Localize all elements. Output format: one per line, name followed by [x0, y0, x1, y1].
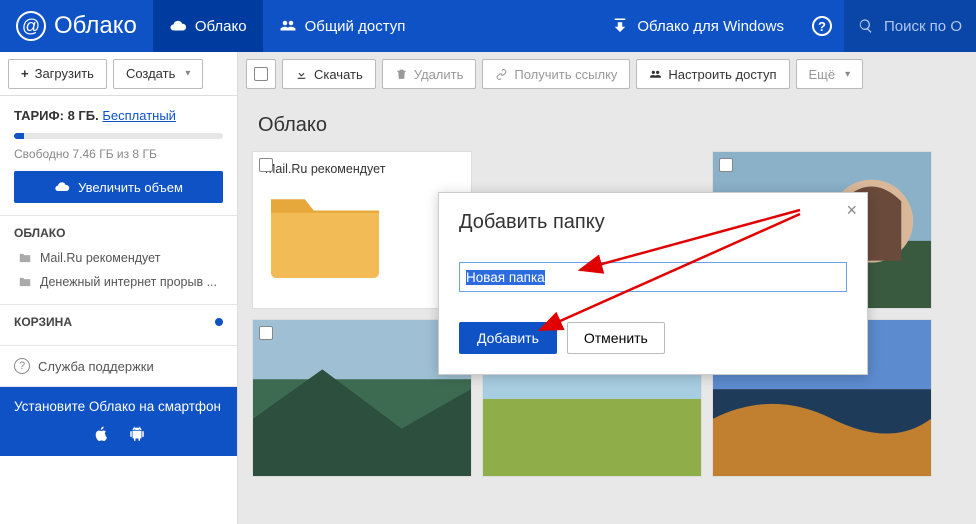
storage-free-text: Свободно 7.46 ГБ из 8 ГБ — [14, 147, 223, 161]
logo[interactable]: @ Облако — [0, 11, 153, 41]
get-link-button[interactable]: Получить ссылку — [482, 59, 630, 89]
download-icon — [611, 17, 629, 35]
question-icon: ? — [14, 358, 30, 374]
link-icon — [495, 68, 508, 81]
cancel-button[interactable]: Отменить — [567, 322, 665, 354]
support-link[interactable]: ? Служба поддержки — [0, 346, 237, 387]
sidebar-item[interactable]: Денежный интернет прорыв ... — [14, 270, 223, 294]
plan-box: ТАРИФ: 8 ГБ. Бесплатный Свободно 7.46 ГБ… — [0, 96, 237, 216]
nav-desktop-app[interactable]: Облако для Windows — [595, 0, 800, 52]
search-box[interactable]: Поиск по О — [844, 0, 976, 52]
people-icon — [649, 68, 662, 81]
increase-storage-button[interactable]: Увеличить объем — [14, 171, 223, 203]
folder-icon — [18, 251, 32, 265]
sidebar-trash-section[interactable]: КОРЗИНА — [0, 305, 237, 346]
nav-label: Облако для Windows — [637, 18, 784, 35]
upload-button[interactable]: +Загрузить — [8, 59, 107, 89]
sidebar-item[interactable]: Mail.Ru рекомендует — [14, 246, 223, 270]
trash-dot-indicator — [215, 318, 223, 326]
delete-button[interactable]: Удалить — [382, 59, 477, 89]
search-placeholder: Поиск по О — [884, 18, 962, 35]
tile-title: Mail.Ru рекомендует — [265, 162, 459, 176]
apple-icon — [92, 424, 110, 444]
nav-cloud[interactable]: Облако — [153, 0, 263, 52]
at-icon: @ — [16, 11, 46, 41]
tile-checkbox[interactable] — [259, 158, 273, 172]
toolbar-row: +Загрузить Создать▾ Скачать Удалить Полу… — [0, 52, 976, 96]
nav-label: Облако — [195, 18, 247, 35]
people-icon — [279, 17, 297, 35]
toolbar-right: Скачать Удалить Получить ссылку Настроит… — [238, 52, 976, 96]
dialog-title: Добавить папку — [459, 211, 847, 234]
sidebar: ТАРИФ: 8 ГБ. Бесплатный Свободно 7.46 ГБ… — [0, 96, 238, 524]
tile-checkbox[interactable] — [719, 158, 733, 172]
nav-shared[interactable]: Общий доступ — [263, 0, 422, 52]
select-all-checkbox[interactable] — [246, 59, 276, 89]
plan-size: 8 ГБ. — [68, 108, 99, 123]
add-folder-dialog: × Добавить папку Добавить Отменить — [438, 192, 868, 375]
add-button[interactable]: Добавить — [459, 322, 557, 354]
folder-icon — [18, 275, 32, 289]
help-icon[interactable]: ? — [812, 16, 832, 36]
create-button[interactable]: Создать▾ — [113, 59, 203, 89]
cloud-icon — [54, 179, 70, 195]
sidebar-heading: ОБЛАКО — [14, 226, 223, 240]
download-icon — [295, 68, 308, 81]
folder-icon — [265, 188, 385, 278]
trash-icon — [395, 68, 408, 81]
folder-name-input[interactable] — [459, 262, 847, 292]
cloud-icon — [169, 17, 187, 35]
tile-checkbox[interactable] — [259, 326, 273, 340]
promo-banner[interactable]: Установите Облако на смартфон — [0, 387, 237, 456]
sidebar-heading: КОРЗИНА — [14, 315, 72, 329]
header-bar: @ Облако Облако Общий доступ Облако для … — [0, 0, 976, 52]
promo-text: Установите Облако на смартфон — [14, 399, 223, 414]
more-button[interactable]: Ещё▾ — [796, 59, 864, 89]
breadcrumb: Облако — [258, 114, 962, 137]
search-icon — [858, 18, 874, 34]
close-icon[interactable]: × — [846, 201, 857, 219]
plan-label: ТАРИФ: — [14, 108, 64, 123]
plan-link[interactable]: Бесплатный — [102, 108, 176, 123]
sidebar-cloud-section: ОБЛАКО Mail.Ru рекомендует Денежный инте… — [0, 216, 237, 305]
nav-label: Общий доступ — [305, 18, 406, 35]
android-icon — [128, 424, 146, 444]
storage-progress — [14, 133, 223, 139]
logo-text: Облако — [54, 12, 137, 40]
toolbar-left: +Загрузить Создать▾ — [0, 52, 238, 96]
configure-access-button[interactable]: Настроить доступ — [636, 59, 789, 89]
download-button[interactable]: Скачать — [282, 59, 376, 89]
